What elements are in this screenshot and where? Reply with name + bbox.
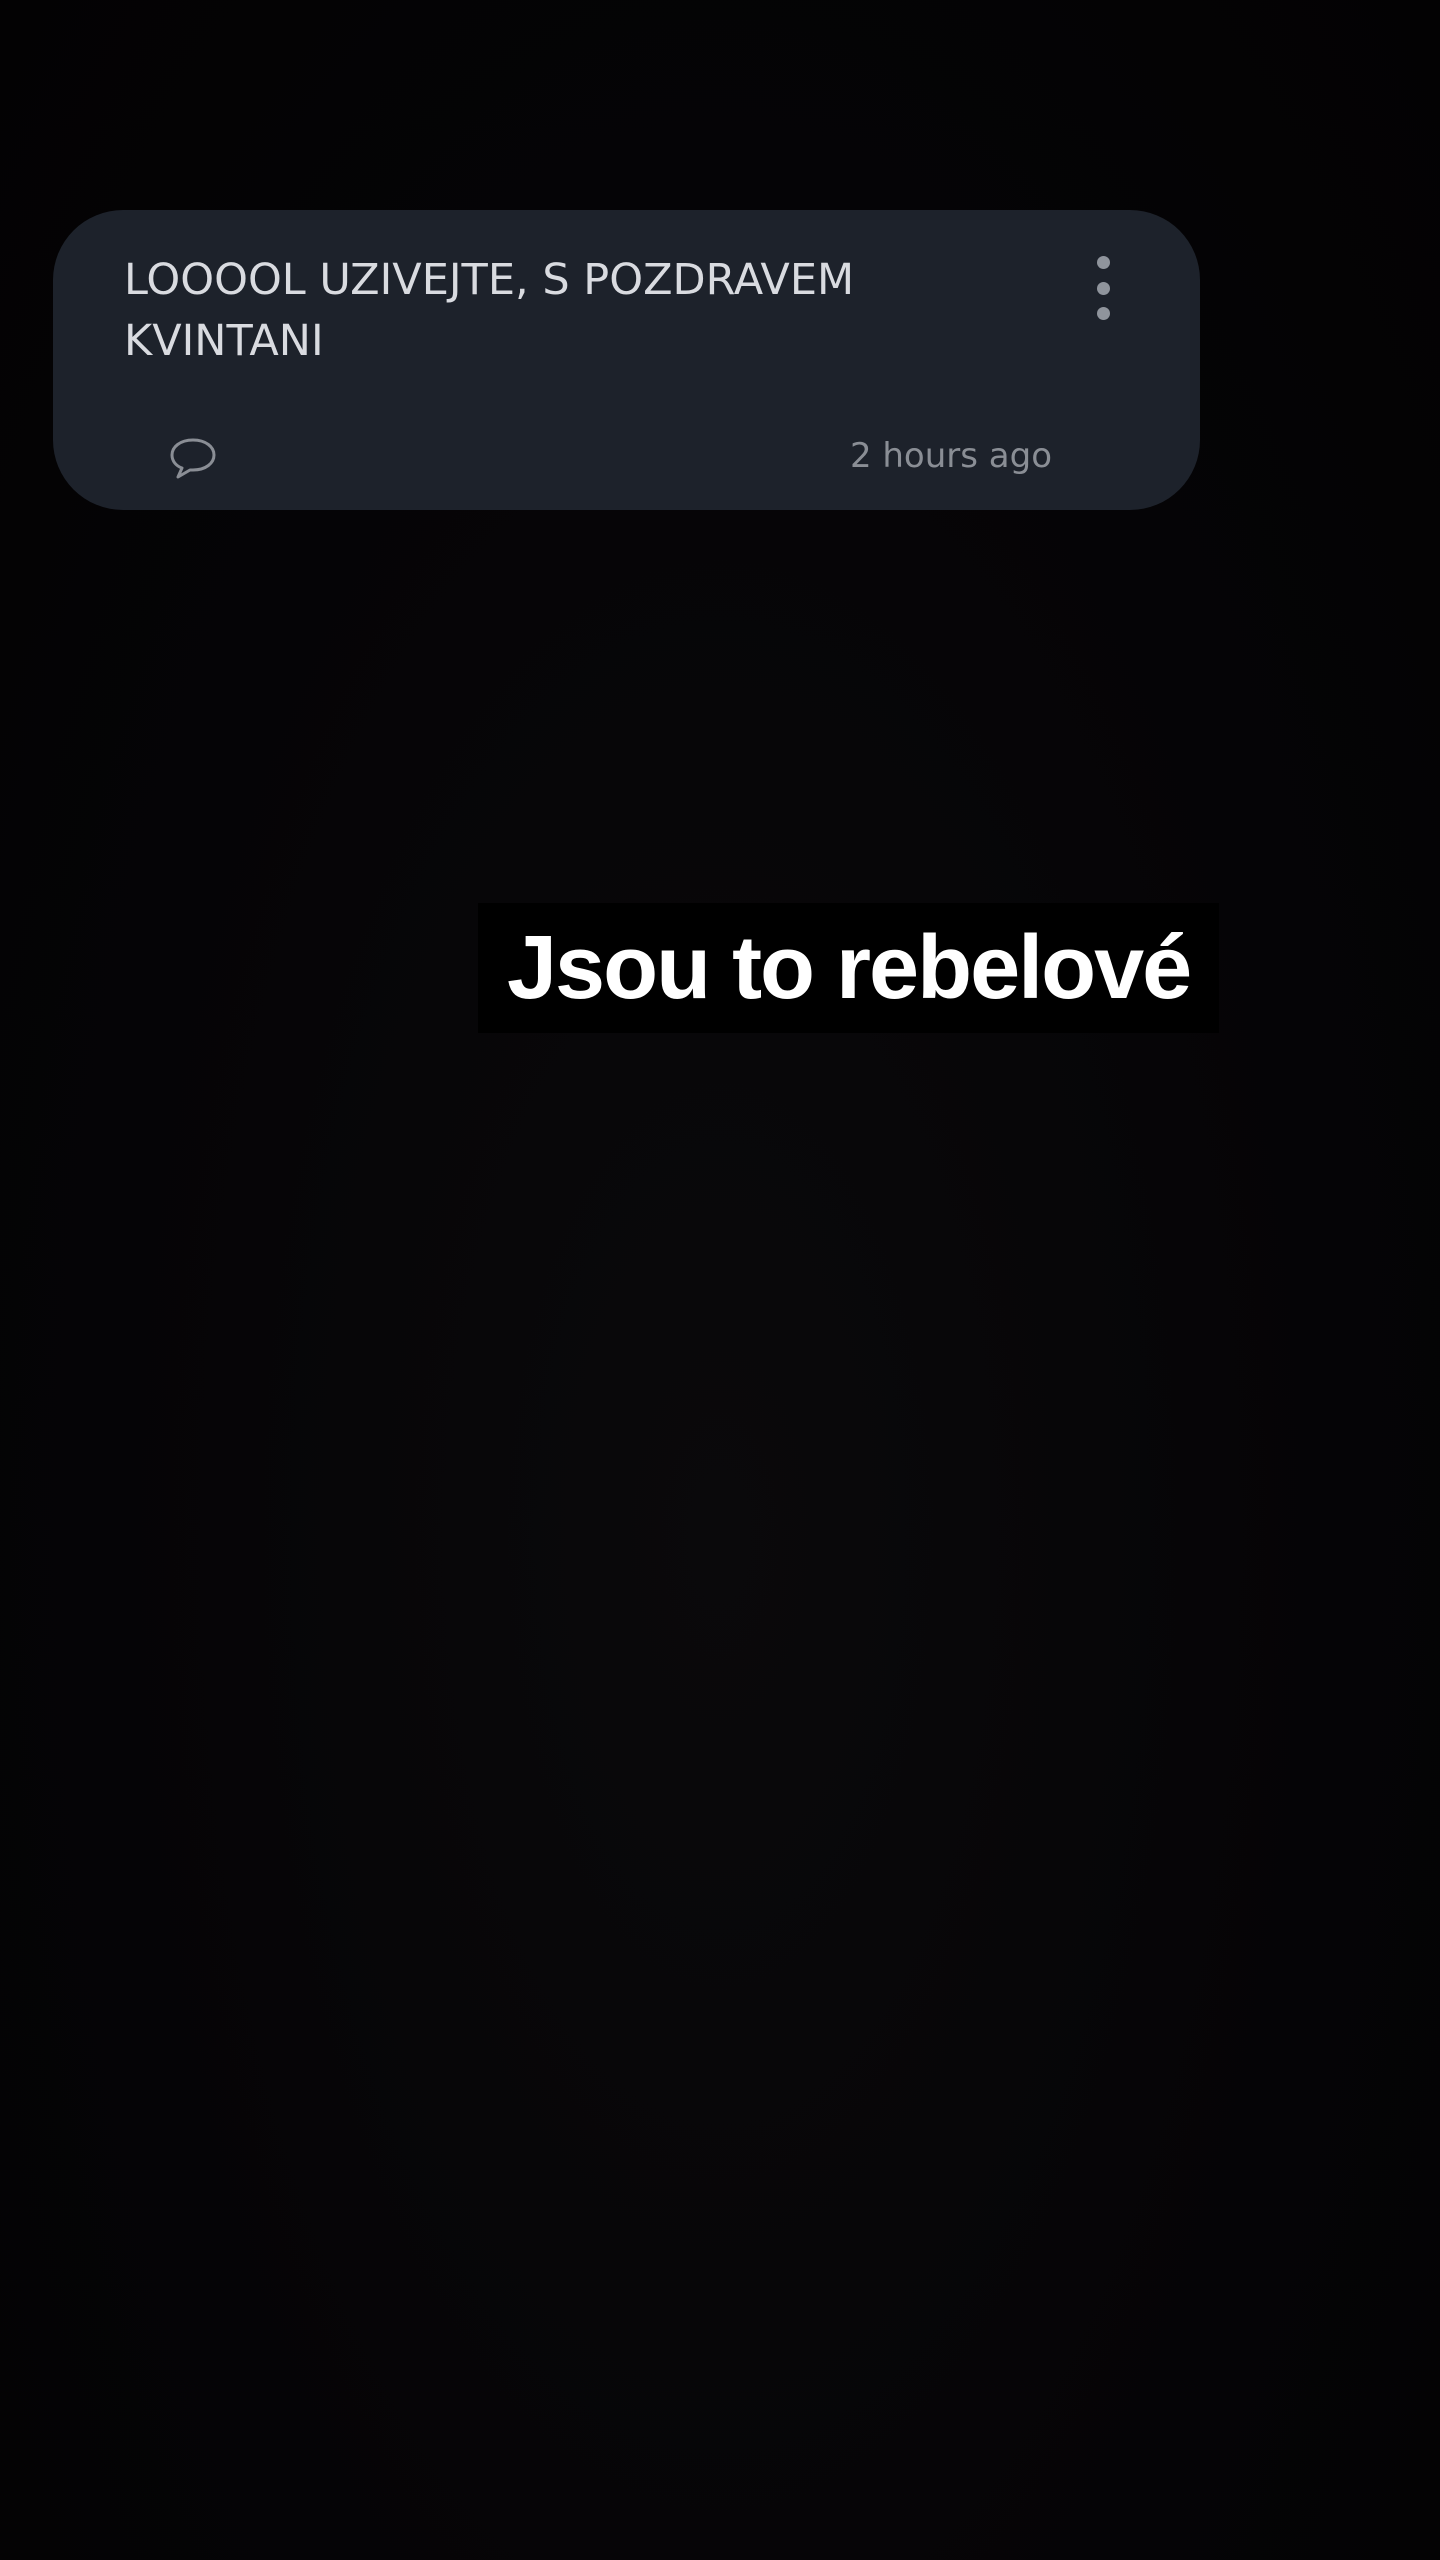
more-vertical-icon-dot bbox=[1096, 307, 1110, 320]
story-screen: LOOOOL UZIVEJTE, S POZDRAVEM KVINTANI 2 … bbox=[0, 0, 1440, 2560]
notification-timestamp: 2 hours ago bbox=[849, 436, 1052, 476]
more-vertical-icon bbox=[1096, 256, 1110, 269]
comment-bubble-icon bbox=[170, 438, 216, 479]
more-options-button[interactable] bbox=[1083, 252, 1123, 324]
comment-button[interactable] bbox=[168, 435, 218, 481]
more-vertical-icon-dot bbox=[1096, 281, 1110, 295]
notification-message: LOOOOL UZIVEJTE, S POZDRAVEM KVINTANI bbox=[124, 255, 855, 366]
story-caption: Jsou to rebelové bbox=[478, 903, 1220, 1033]
notification-card[interactable]: LOOOOL UZIVEJTE, S POZDRAVEM KVINTANI 2 … bbox=[53, 210, 1200, 510]
